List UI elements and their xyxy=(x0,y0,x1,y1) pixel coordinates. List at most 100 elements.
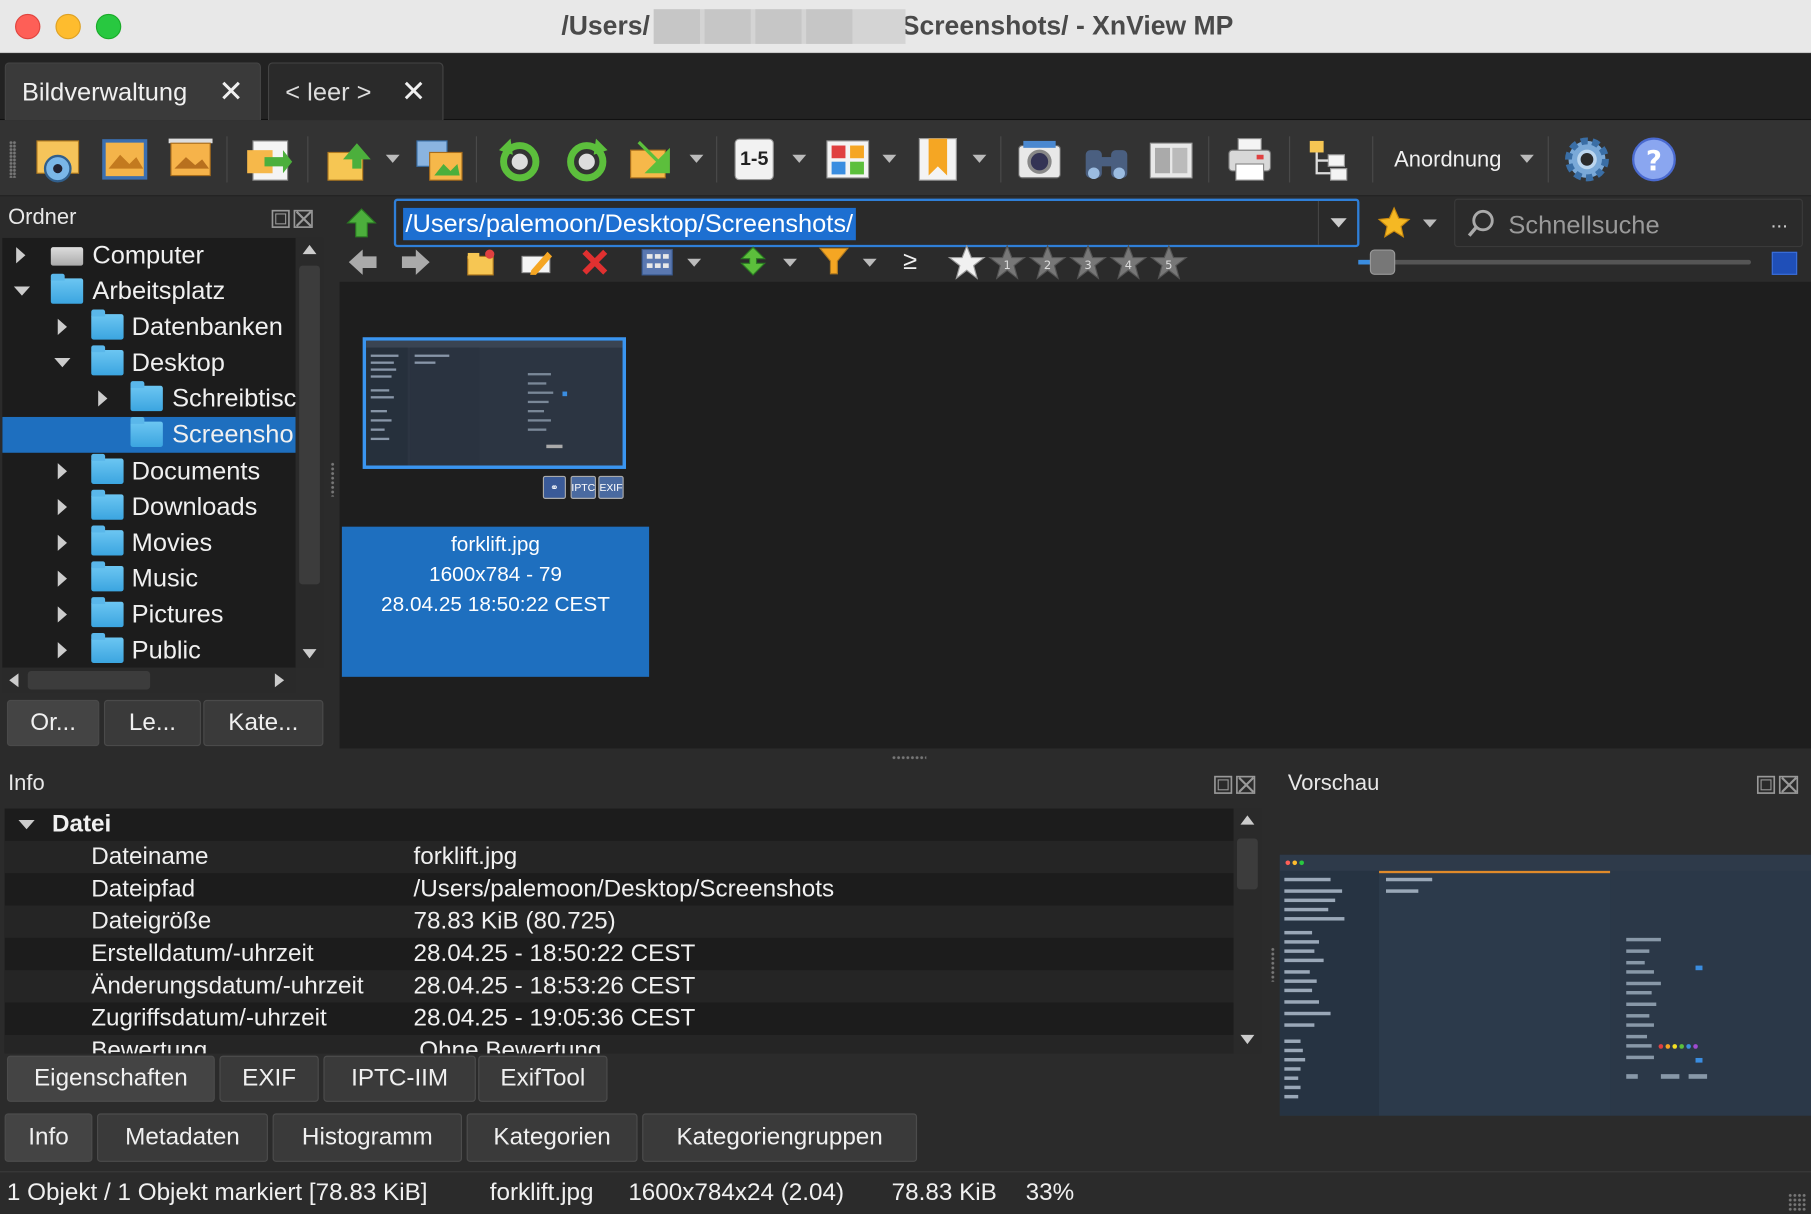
number-icon[interactable]: 1-5 xyxy=(734,138,774,181)
info-row[interactable]: Bewertung Ohne Bewertung xyxy=(4,1034,1234,1054)
search-options-button[interactable]: ... xyxy=(1771,209,1788,233)
scrollbar-thumb[interactable] xyxy=(299,265,320,585)
tree-item-movies[interactable]: Movies xyxy=(2,525,295,562)
thumbnail-browser[interactable]: forklift.jpg 1600x784 - 79 28.04.25 18:5… xyxy=(339,281,1811,749)
rating-gte-label[interactable]: ≥ xyxy=(903,246,917,276)
sort-icon[interactable] xyxy=(737,245,769,277)
toolbar-grip[interactable] xyxy=(9,140,17,178)
float-panel-icon[interactable] xyxy=(1213,774,1257,797)
thumbnail-size-icon[interactable] xyxy=(1771,251,1798,275)
chevron-down-icon[interactable] xyxy=(1519,154,1534,163)
close-window-button[interactable] xyxy=(15,13,41,40)
address-history-button[interactable] xyxy=(1317,200,1357,245)
thumbnail-image[interactable] xyxy=(362,337,627,469)
batch-icon[interactable] xyxy=(626,134,677,185)
address-path[interactable]: /Users/palemoon/Desktop/Screenshots/ xyxy=(403,207,856,241)
folder-tree[interactable]: Computer Arbeitsplatz Datenbanken Deskto… xyxy=(2,237,296,668)
quick-search[interactable]: Schnellsuche ... xyxy=(1454,198,1803,248)
convert-icon[interactable] xyxy=(413,134,464,185)
scroll-up-icon[interactable] xyxy=(1240,815,1255,825)
scroll-right-icon[interactable] xyxy=(274,673,285,688)
favorites-star-icon[interactable] xyxy=(1377,206,1412,241)
scroll-down-icon[interactable] xyxy=(1240,1034,1255,1045)
tab-categories[interactable]: Kategorien xyxy=(466,1113,638,1162)
tree-item-downloads[interactable]: Downloads xyxy=(2,489,295,526)
scroll-down-icon[interactable] xyxy=(302,649,317,659)
tab-info[interactable]: Info xyxy=(4,1113,93,1162)
panel-splitter[interactable] xyxy=(330,462,335,497)
tree-item-pictures[interactable]: Pictures xyxy=(2,597,295,633)
chevron-down-icon[interactable] xyxy=(783,258,797,267)
chevron-down-icon[interactable] xyxy=(1422,219,1437,228)
tab-metadata[interactable]: Metadaten xyxy=(97,1113,268,1162)
help-icon[interactable]: ? xyxy=(1629,134,1680,185)
tab-exiftool[interactable]: ExifTool xyxy=(478,1055,608,1102)
export-icon[interactable] xyxy=(325,134,376,185)
rotate-left-icon[interactable] xyxy=(494,134,545,185)
zoom-window-button[interactable] xyxy=(95,13,122,40)
chevron-down-icon[interactable] xyxy=(882,154,897,163)
tree-item-music[interactable]: Music xyxy=(2,561,295,597)
tree-item-public[interactable]: Public xyxy=(2,632,295,668)
tree-item-arbeitsplatz[interactable]: Arbeitsplatz xyxy=(2,273,295,310)
tab-histogram[interactable]: Histogramm xyxy=(272,1113,462,1162)
scrollbar-thumb[interactable] xyxy=(27,671,151,690)
scroll-left-icon[interactable] xyxy=(9,673,19,688)
print-icon[interactable] xyxy=(1224,134,1275,185)
horizontal-splitter[interactable] xyxy=(891,755,927,760)
tab-iptc-iim[interactable]: IPTC-IIM xyxy=(323,1055,476,1102)
info-property-table[interactable]: Datei Dateiname forklift.jpg Dateipfad/Us… xyxy=(4,808,1234,1054)
info-row[interactable]: Dateipfad/Users/palemoon/Desktop/Screens… xyxy=(5,873,1234,905)
info-group-row[interactable]: Datei xyxy=(5,809,1234,841)
chevron-down-icon[interactable] xyxy=(385,154,400,163)
bookmark-icon[interactable] xyxy=(912,134,963,185)
tab-properties[interactable]: Eigenschaften xyxy=(6,1055,215,1102)
import-icon[interactable] xyxy=(244,134,295,185)
file-list-icon[interactable] xyxy=(1305,134,1356,185)
view-mode-icon[interactable] xyxy=(640,247,675,277)
tree-item-computer[interactable]: Computer xyxy=(2,238,295,274)
chevron-down-icon[interactable] xyxy=(687,258,702,267)
compare-icon[interactable] xyxy=(1146,134,1197,185)
float-panel-icon[interactable] xyxy=(270,208,314,231)
tab-categories[interactable]: Kate... xyxy=(203,699,324,747)
close-icon[interactable]: ✕ xyxy=(219,74,244,110)
minimize-window-button[interactable] xyxy=(55,13,81,40)
tree-item-documents[interactable]: Documents xyxy=(2,453,295,490)
info-row[interactable]: Dateiname forklift.jpg xyxy=(4,840,1234,874)
info-vscrollbar[interactable] xyxy=(1233,808,1262,1054)
address-bar[interactable]: /Users/palemoon/Desktop/Screenshots/ xyxy=(393,198,1360,248)
tree-item-datenbanken[interactable]: Datenbanken xyxy=(2,309,295,346)
search-input[interactable]: Schnellsuche xyxy=(1508,210,1659,240)
close-icon[interactable]: ✕ xyxy=(401,74,426,110)
tab-favorites[interactable]: Le... xyxy=(103,699,201,747)
tab-category-groups[interactable]: Kategoriengruppen xyxy=(642,1113,918,1162)
capture-icon[interactable] xyxy=(1014,134,1065,185)
chevron-down-icon[interactable] xyxy=(792,154,807,163)
info-row[interactable]: Zugriffsdatum/-uhrzeit 28.04.25 - 19:05:3… xyxy=(5,1003,1234,1035)
scroll-up-icon[interactable] xyxy=(302,244,317,255)
forward-arrow-icon[interactable] xyxy=(400,247,432,277)
chevron-down-icon[interactable] xyxy=(972,154,987,163)
delete-icon[interactable] xyxy=(580,247,610,277)
settings-icon[interactable] xyxy=(1562,134,1613,185)
rotate-right-icon[interactable] xyxy=(561,134,612,185)
info-row[interactable]: Dateigröße 78.83 KiB (80.725) xyxy=(4,905,1234,938)
info-row[interactable]: Erstelldatum/-uhrzeit 28.04.25 - 18:50:22… xyxy=(5,938,1234,970)
tab-exif[interactable]: EXIF xyxy=(219,1055,319,1102)
new-folder-icon[interactable] xyxy=(464,247,496,277)
thumbnail-view-icon[interactable] xyxy=(822,134,873,185)
chevron-down-icon[interactable] xyxy=(689,154,704,163)
folder-tree-hscrollbar[interactable] xyxy=(2,667,296,693)
arrange-menu[interactable]: Anordnung xyxy=(1394,148,1501,173)
chevron-down-icon[interactable] xyxy=(862,258,877,267)
chevron-down-icon[interactable] xyxy=(18,820,35,830)
parent-folder-icon[interactable] xyxy=(344,206,379,241)
scrollbar-thumb[interactable] xyxy=(1237,838,1258,890)
filter-icon[interactable] xyxy=(818,245,850,277)
tab-folders[interactable]: Or... xyxy=(6,699,100,747)
rename-icon[interactable] xyxy=(520,247,555,277)
info-row[interactable]: Änderungsdatum/-uhrzeit 28.04.25 - 18:53:… xyxy=(4,970,1234,1003)
fullscreen-icon[interactable] xyxy=(99,134,150,185)
tree-item-desktop[interactable]: Desktop xyxy=(2,345,295,381)
